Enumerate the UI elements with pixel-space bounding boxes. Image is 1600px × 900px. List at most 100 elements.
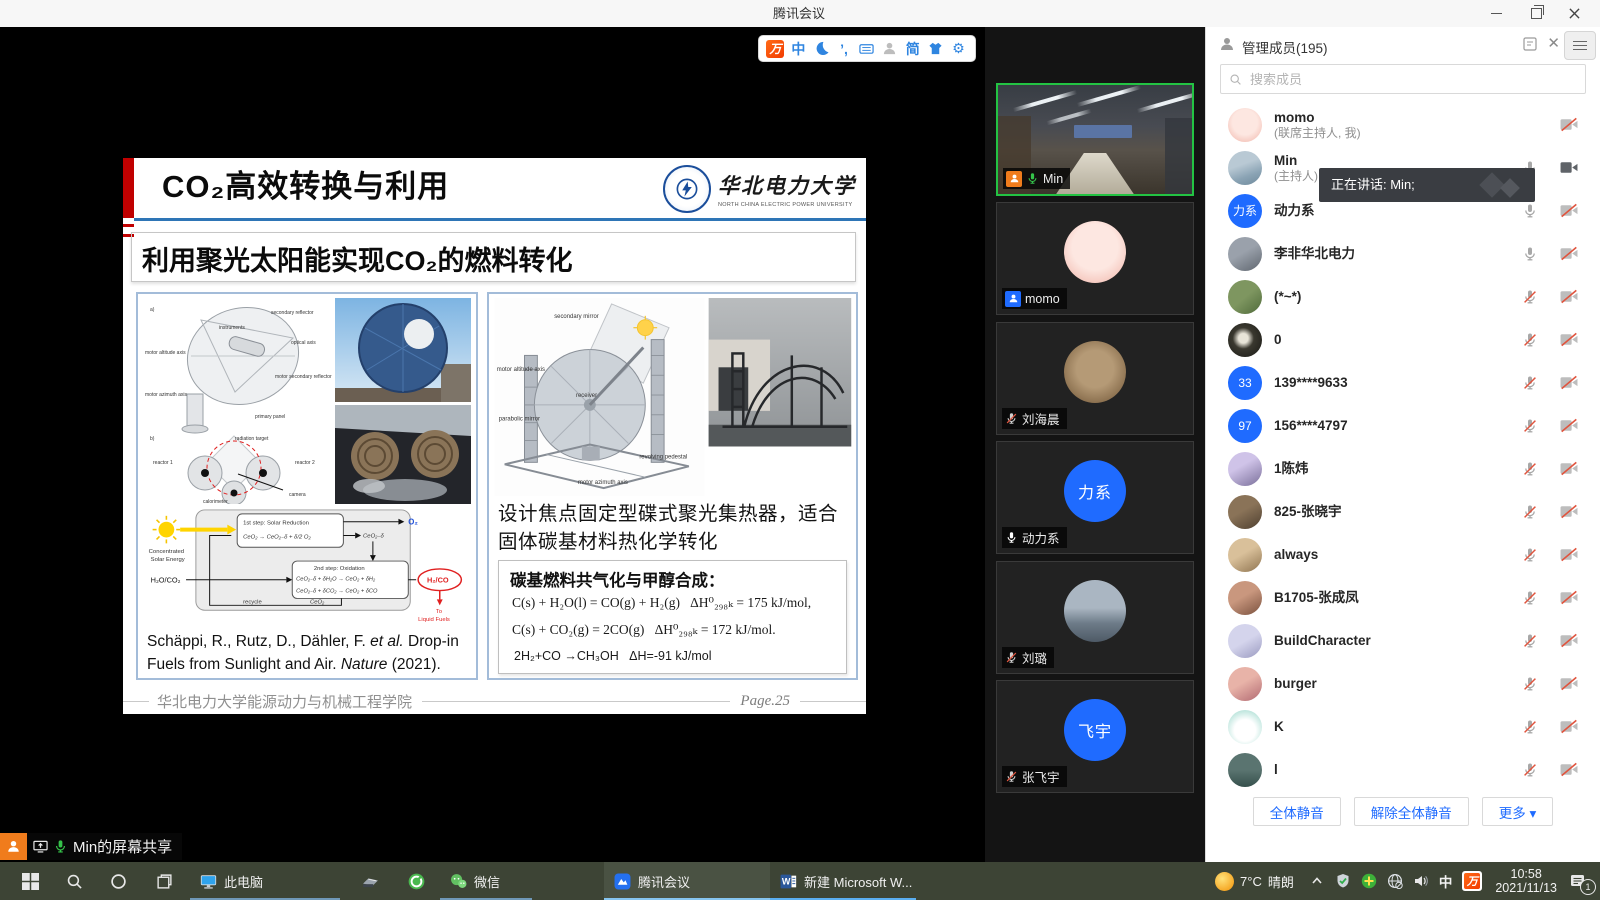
member-mic-icon[interactable] [1522, 289, 1538, 305]
member-mic-icon[interactable] [1522, 375, 1538, 391]
member-camera-icon[interactable] [1560, 676, 1578, 691]
member-camera-icon[interactable] [1560, 461, 1578, 476]
member-row[interactable]: B1705-张成凤 [1206, 576, 1600, 619]
panel-menu-button[interactable] [1564, 31, 1596, 60]
pop-out-icon[interactable] [1522, 36, 1538, 57]
member-camera-icon[interactable] [1560, 762, 1578, 777]
member-mic-icon[interactable] [1522, 461, 1538, 477]
member-camera-icon[interactable] [1560, 590, 1578, 605]
tray-language-indicator[interactable]: 中 [1434, 862, 1458, 900]
tray-speaker-icon[interactable] [1408, 862, 1434, 900]
taskbar-tencent-meeting[interactable]: 腾讯会议 [604, 862, 770, 900]
member-camera-icon[interactable] [1560, 246, 1578, 261]
member-camera-icon[interactable] [1560, 418, 1578, 433]
skin-icon[interactable] [927, 40, 945, 58]
windows-taskbar: 此电脑 微信 腾讯会议 W 新建 Microsoft W... 7°C 晴朗 [0, 862, 1600, 900]
member-row[interactable]: 李非华北电力 [1206, 232, 1600, 275]
member-row[interactable]: always [1206, 533, 1600, 576]
unmute-all-button[interactable]: 解除全体静音 [1354, 797, 1469, 826]
member-camera-icon[interactable] [1560, 547, 1578, 562]
member-camera-icon[interactable] [1560, 719, 1578, 734]
person-icon[interactable] [881, 40, 899, 58]
member-mic-icon[interactable] [1522, 633, 1538, 649]
member-mic-icon[interactable] [1522, 676, 1538, 692]
cortana-button[interactable] [100, 862, 136, 900]
member-mic-icon[interactable] [1522, 762, 1538, 778]
member-row[interactable]: K [1206, 705, 1600, 748]
video-tile[interactable]: 飞宇 张飞宇 [996, 680, 1194, 793]
member-mic-icon[interactable] [1522, 719, 1538, 735]
member-row[interactable]: 1陈炜 [1206, 447, 1600, 490]
member-row[interactable]: (*~*) [1206, 275, 1600, 318]
member-camera-icon[interactable] [1560, 332, 1578, 347]
taskbar-word[interactable]: W 新建 Microsoft W... [770, 862, 916, 900]
member-mic-icon[interactable] [1522, 504, 1538, 520]
gear-icon[interactable]: ⚙ [949, 40, 967, 58]
member-camera-icon[interactable] [1560, 504, 1578, 519]
punctuation-icon[interactable]: ’, [835, 40, 853, 58]
tray-clock[interactable]: 10:58 2021/11/13 [1487, 862, 1565, 900]
member-row[interactable]: burger [1206, 662, 1600, 705]
keyboard-icon[interactable] [858, 40, 876, 58]
member-management-panel: 管理成员(195) ✕ momo (联席主持人, 我) Min (主持人) [1205, 27, 1600, 862]
member-mic-icon[interactable] [1522, 203, 1538, 219]
mute-all-button[interactable]: 全体静音 [1253, 797, 1341, 826]
member-mic-icon[interactable] [1522, 590, 1538, 606]
panel-close-icon[interactable]: ✕ [1547, 35, 1560, 53]
minimize-button[interactable] [1476, 0, 1516, 27]
video-tile[interactable]: Min [996, 83, 1194, 196]
role-badge-icon [1006, 171, 1022, 187]
member-row[interactable]: momo (联席主持人, 我) [1206, 103, 1600, 146]
tray-sogou-icon[interactable]: 万 [1457, 862, 1487, 900]
tray-chevron-up-icon[interactable] [1304, 862, 1330, 900]
tray-shield-check-icon[interactable] [1330, 862, 1356, 900]
ime-toolbar[interactable]: 万 中 ’, 简 ⚙ [758, 35, 976, 62]
close-button[interactable] [1554, 0, 1594, 27]
member-camera-icon[interactable] [1560, 203, 1578, 218]
slide-accent-bar [123, 158, 134, 218]
member-row[interactable]: 825-张晓宇 [1206, 490, 1600, 533]
member-name: l [1274, 761, 1522, 778]
member-mic-icon[interactable] [1522, 332, 1538, 348]
task-view-button[interactable] [146, 862, 182, 900]
tray-notification-icon[interactable]: 1 [1565, 862, 1600, 900]
member-row[interactable]: 33 139****9633 [1206, 361, 1600, 404]
restore-button[interactable] [1516, 0, 1556, 27]
share-banner-text: Min的屏幕共享 [73, 836, 172, 857]
video-tile[interactable]: 刘璐 [996, 561, 1194, 674]
moon-icon[interactable] [812, 40, 830, 58]
member-camera-icon[interactable] [1560, 633, 1578, 648]
search-input[interactable] [1248, 71, 1577, 88]
participant-label: 刘璐 [1002, 647, 1054, 668]
search-button[interactable] [56, 862, 92, 900]
member-camera-icon[interactable] [1560, 117, 1578, 132]
video-tile[interactable]: 力系 动力系 [996, 441, 1194, 554]
video-tile[interactable]: momo [996, 202, 1194, 315]
video-tile[interactable]: 刘海晨 [996, 322, 1194, 435]
taskbar-browser[interactable] [398, 862, 434, 900]
taskbar-this-pc[interactable]: 此电脑 [190, 862, 340, 900]
member-mic-icon[interactable] [1522, 418, 1538, 434]
tray-green-plus-icon[interactable] [1356, 862, 1382, 900]
simplified-icon[interactable]: 简 [904, 40, 922, 58]
svg-text:motor azimuth axis: motor azimuth axis [578, 480, 628, 486]
member-row[interactable]: BuildCharacter [1206, 619, 1600, 662]
member-search-box[interactable] [1220, 64, 1586, 94]
svg-text:CeO₂₋δ + δCO₂ → CeO₂ + δCO: CeO₂₋δ + δCO₂ → CeO₂ + δCO [296, 589, 378, 595]
tray-globe-icon[interactable] [1382, 862, 1408, 900]
member-mic-icon[interactable] [1522, 246, 1538, 262]
member-camera-icon[interactable] [1560, 375, 1578, 390]
member-row[interactable]: l [1206, 748, 1600, 791]
sogou-logo-icon[interactable]: 万 [766, 40, 784, 58]
member-row[interactable]: 0 [1206, 318, 1600, 361]
more-button[interactable]: 更多 ▾ [1482, 797, 1554, 826]
tray-weather[interactable]: 7°C 晴朗 [1210, 862, 1304, 900]
member-camera-icon[interactable] [1560, 289, 1578, 304]
start-button[interactable] [12, 862, 48, 900]
taskbar-wechat[interactable]: 微信 [440, 862, 532, 900]
chinese-mode-icon[interactable]: 中 [789, 40, 807, 58]
taskbar-scanner[interactable] [352, 862, 388, 900]
member-mic-icon[interactable] [1522, 547, 1538, 563]
member-row[interactable]: 97 156****4797 [1206, 404, 1600, 447]
member-camera-icon[interactable] [1560, 160, 1578, 175]
